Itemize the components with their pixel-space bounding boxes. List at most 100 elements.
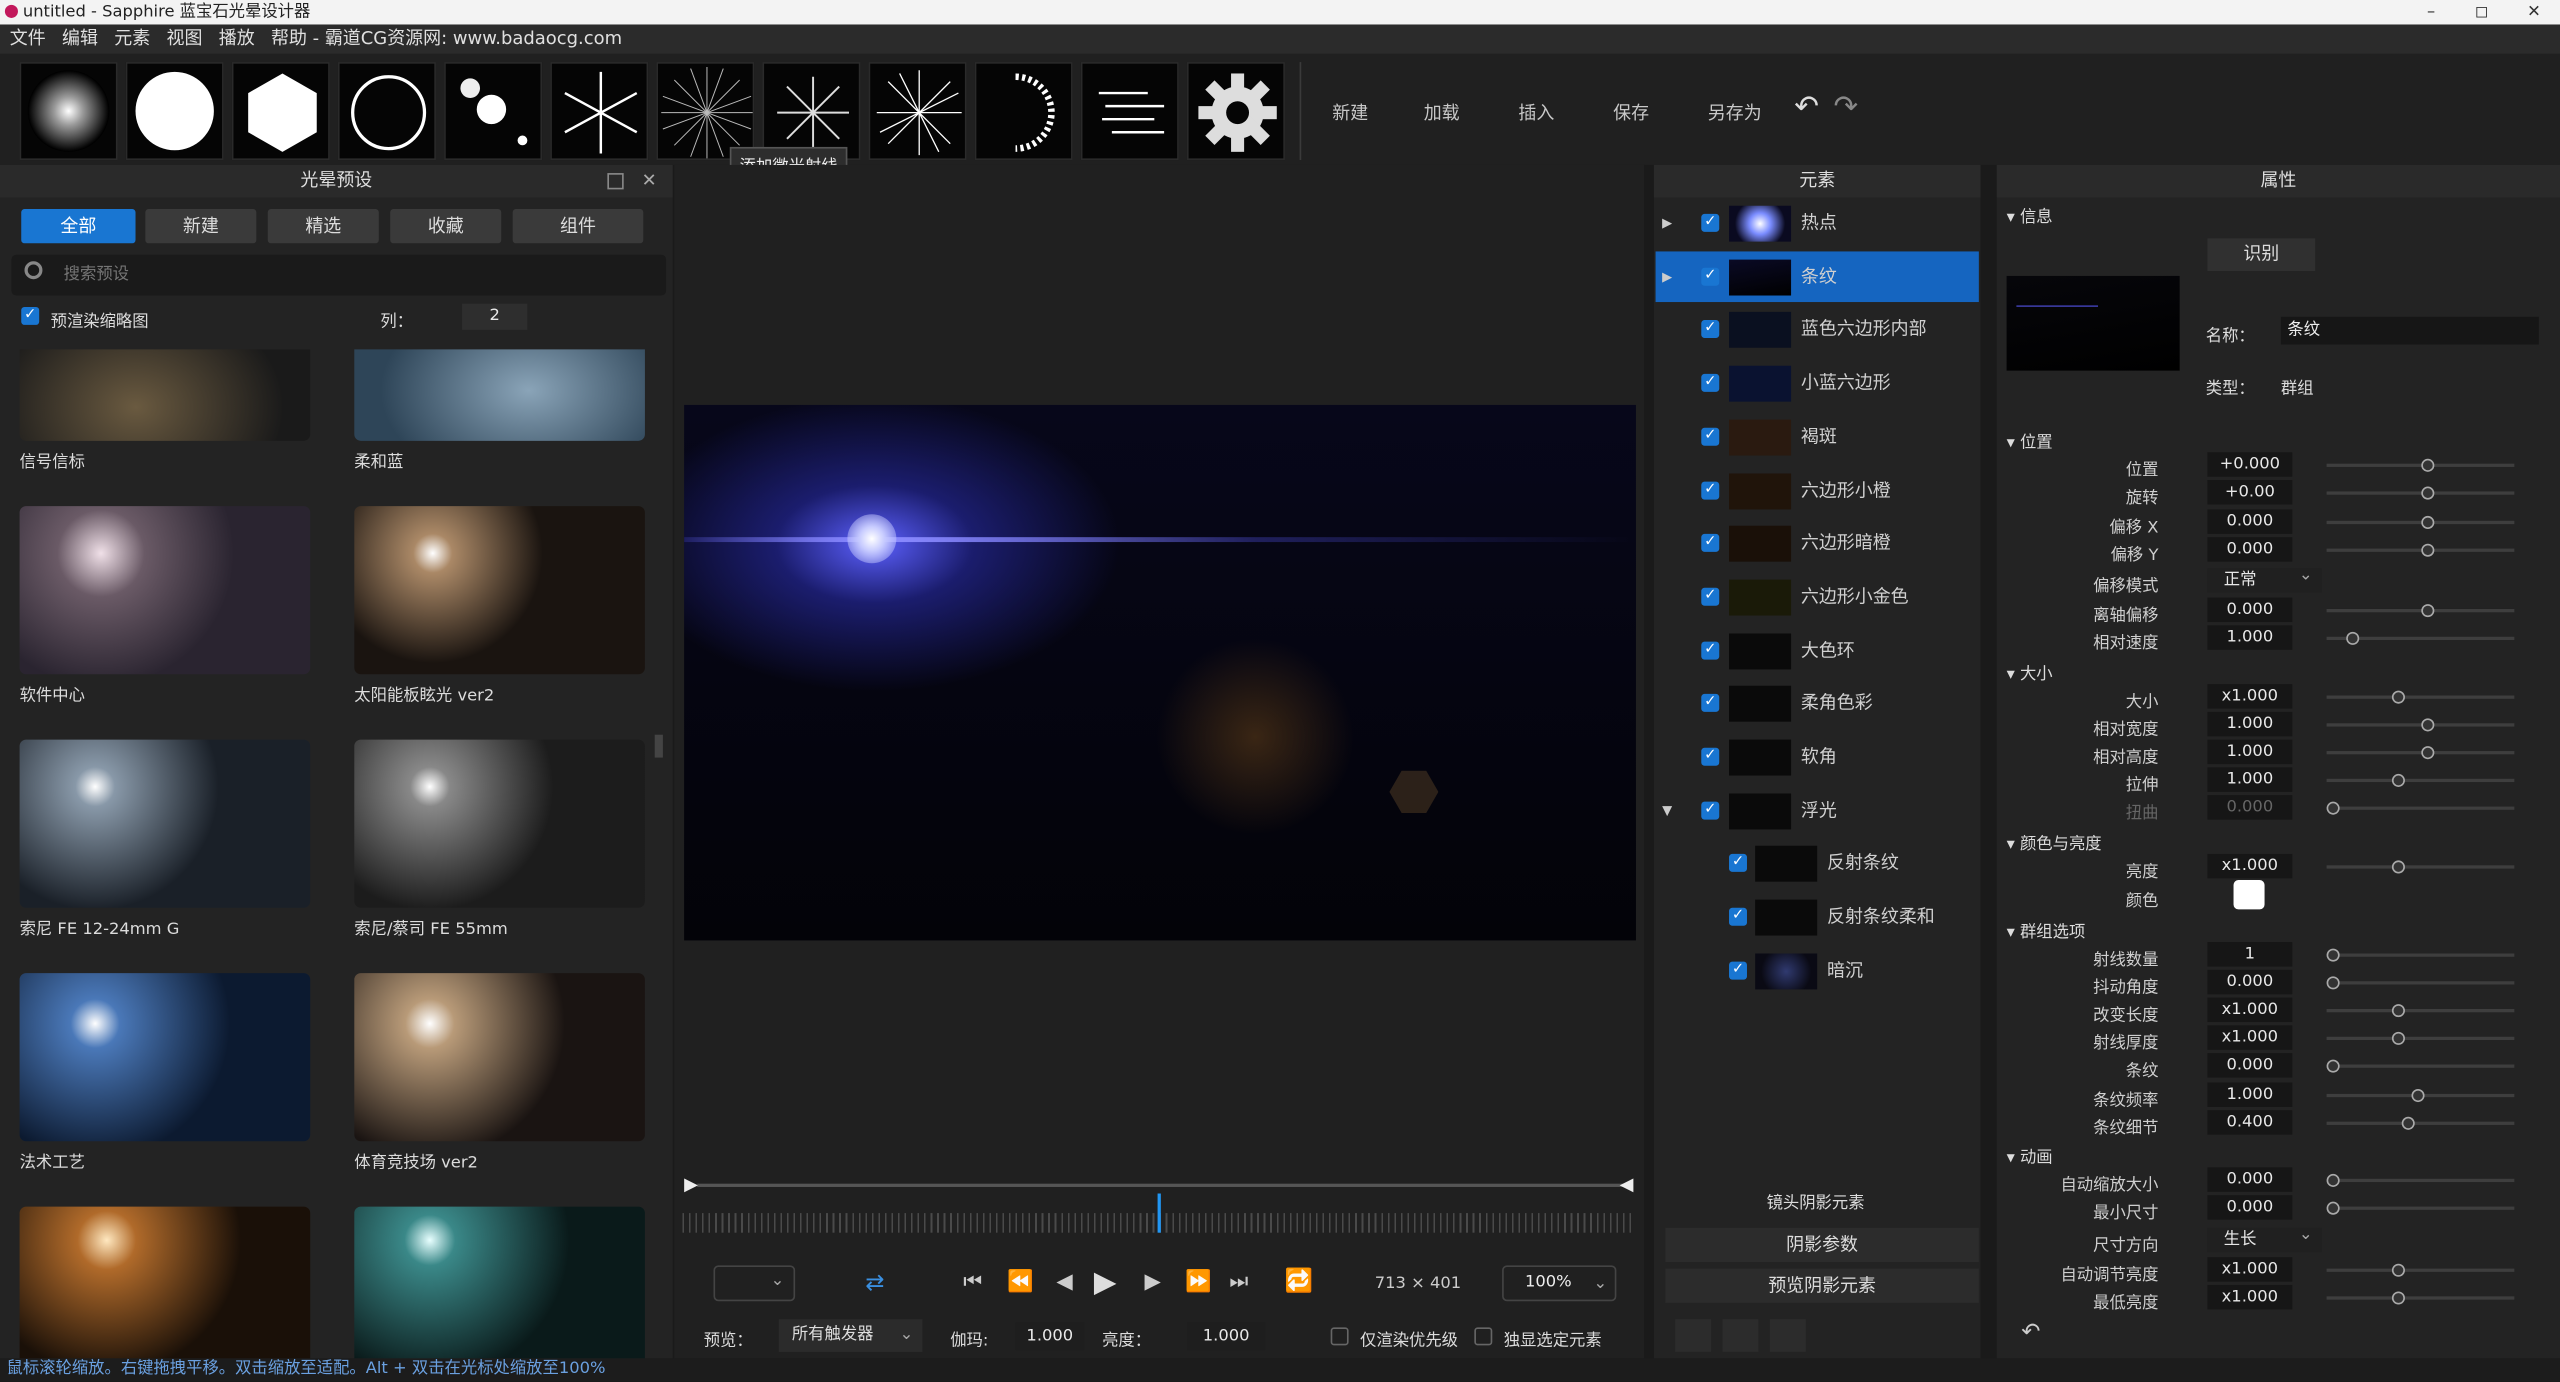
property-value[interactable]: 0.000 [2207, 537, 2293, 562]
section-size[interactable]: ▾ 大小 [2007, 660, 2053, 684]
property-value[interactable]: +0.00 [2207, 480, 2293, 505]
slider-knob[interactable] [2420, 486, 2434, 500]
save-button[interactable]: 保存 [1613, 100, 1649, 126]
only-render-checkbox[interactable] [1330, 1327, 1349, 1346]
property-slider[interactable] [2326, 801, 2515, 815]
property-value[interactable]: x1.000 [2207, 684, 2293, 709]
shimmer-rays-tool[interactable] [656, 62, 755, 161]
gamma-input[interactable]: 1.000 [1015, 1322, 1085, 1351]
property-value[interactable]: 0.000 [2207, 795, 2293, 820]
slider-knob[interactable] [2420, 718, 2434, 732]
element-row[interactable]: ✓ 蓝色六边形内部 [1656, 304, 1979, 355]
element-visible-checkbox[interactable]: ✓ [1701, 480, 1720, 499]
property-slider[interactable] [2326, 1059, 2515, 1073]
scrollbar[interactable] [654, 734, 663, 758]
property-slider[interactable] [2326, 1031, 2515, 1045]
slider-knob[interactable] [2411, 1089, 2425, 1103]
duplicate-icon[interactable] [1722, 1319, 1759, 1352]
play-icon[interactable]: ▶ [1094, 1265, 1117, 1299]
loop-icon[interactable]: 🔁 [1285, 1269, 1313, 1295]
search-input[interactable] [63, 261, 652, 289]
element-visible-checkbox[interactable]: ✓ [1701, 801, 1720, 820]
range-end-handle[interactable]: ◀ [1620, 1174, 1634, 1195]
property-value[interactable]: 1.000 [2207, 767, 2293, 792]
swap-icon[interactable]: ⇄ [865, 1270, 884, 1296]
property-value[interactable]: 0.000 [2207, 1167, 2293, 1192]
shadow-params-button[interactable]: 阴影参数 [1665, 1227, 1979, 1263]
property-slider[interactable] [2326, 860, 2515, 874]
preview-select[interactable]: 所有触发器 ⌄ [778, 1319, 923, 1352]
zoom-select[interactable]: 100% ⌄ [1502, 1265, 1617, 1302]
flare-canvas[interactable] [684, 404, 1636, 941]
slider-knob[interactable] [2420, 458, 2434, 472]
disc-tool[interactable] [125, 62, 224, 161]
slider-knob[interactable] [2326, 948, 2340, 962]
slider-knob[interactable] [2326, 976, 2340, 990]
menu-play[interactable]: 播放 [219, 28, 255, 49]
float-icon[interactable] [607, 173, 624, 190]
slider-knob[interactable] [2326, 1173, 2340, 1187]
property-value[interactable]: 0.000 [2207, 597, 2293, 623]
rewind-icon[interactable]: ⏪ [1007, 1270, 1033, 1294]
preset-thumb[interactable] [354, 973, 645, 1142]
tab-components[interactable]: 组件 [512, 208, 644, 244]
property-slider[interactable] [2326, 690, 2515, 704]
tab-all[interactable]: 全部 [21, 208, 136, 244]
property-value[interactable]: x1.000 [2207, 853, 2293, 879]
section-group[interactable]: ▾ 群组选项 [2007, 918, 2086, 942]
property-slider[interactable] [2326, 458, 2515, 472]
close-button[interactable]: ✕ [2509, 0, 2558, 24]
property-slider[interactable] [2326, 1116, 2515, 1130]
element-visible-checkbox[interactable]: ✓ [1701, 587, 1720, 606]
preset-thumb[interactable] [354, 739, 645, 908]
element-visible-checkbox[interactable]: ✓ [1701, 374, 1720, 393]
property-value[interactable]: 0.400 [2207, 1110, 2293, 1135]
view-mode-dropdown[interactable]: ⌄ [713, 1265, 796, 1302]
preset-thumb[interactable] [19, 1206, 311, 1359]
element-visible-checkbox[interactable]: ✓ [1701, 747, 1720, 766]
solo-checkbox[interactable] [1474, 1327, 1493, 1346]
element-visible-checkbox[interactable]: ✓ [1729, 907, 1747, 926]
save-as-button[interactable]: 另存为 [1708, 100, 1762, 126]
skip-start-icon[interactable]: ⏮ [963, 1270, 982, 1294]
identify-button[interactable]: 识别 [2207, 238, 2316, 272]
slider-knob[interactable] [2420, 515, 2434, 529]
element-row[interactable]: ✓ 褐斑 [1656, 411, 1979, 462]
property-slider[interactable] [2326, 948, 2515, 962]
streaks-tool[interactable] [1080, 62, 1179, 161]
element-visible-checkbox[interactable]: ✓ [1701, 267, 1720, 286]
element-visible-checkbox[interactable]: ✓ [1701, 320, 1720, 339]
property-value[interactable]: 0.000 [2207, 1195, 2293, 1220]
reset-icon[interactable]: ↶ [2021, 1319, 2040, 1345]
slider-knob[interactable] [2345, 631, 2359, 645]
preset-thumb[interactable] [19, 349, 311, 441]
ring-tool[interactable] [337, 62, 436, 161]
tab-featured[interactable]: 精选 [267, 208, 379, 244]
load-button[interactable]: 加载 [1424, 100, 1460, 126]
property-slider[interactable] [2326, 631, 2515, 645]
property-slider[interactable] [2326, 604, 2515, 618]
element-visible-checkbox[interactable]: ✓ [1729, 961, 1747, 980]
menu-edit[interactable]: 编辑 [62, 28, 98, 49]
property-slider[interactable] [2326, 1089, 2515, 1103]
spots-tool[interactable] [444, 62, 543, 161]
element-row[interactable]: ✓ 六边形小橙 [1656, 465, 1979, 516]
rays-tool[interactable] [762, 62, 861, 161]
preview-shadow-button[interactable]: 预览阴影元素 [1665, 1268, 1979, 1303]
element-row[interactable]: ✓ 暗沉 [1656, 945, 1979, 996]
slider-knob[interactable] [2326, 1201, 2340, 1215]
slider-knob[interactable] [2326, 801, 2340, 815]
property-value[interactable]: 1.000 [2207, 739, 2293, 765]
property-slider[interactable] [2326, 773, 2515, 787]
slider-knob[interactable] [2420, 746, 2434, 760]
property-slider[interactable] [2326, 486, 2515, 500]
star-tool[interactable] [550, 62, 649, 161]
slider-knob[interactable] [2420, 604, 2434, 618]
element-visible-checkbox[interactable]: ✓ [1701, 640, 1720, 659]
undo-icon[interactable]: ↶ [1794, 90, 1819, 124]
expand-icon[interactable]: ▼ [1662, 785, 1672, 836]
property-value[interactable]: x1.000 [2207, 1257, 2293, 1282]
color-swatch[interactable] [2233, 880, 2265, 910]
property-value[interactable]: x1.000 [2207, 1284, 2293, 1310]
element-row[interactable]: ✓ 柔角色彩 [1656, 678, 1979, 729]
